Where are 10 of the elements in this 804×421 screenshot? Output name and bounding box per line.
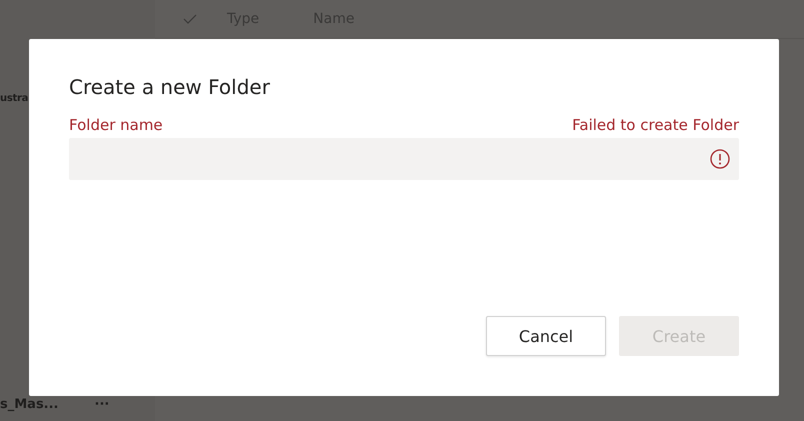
check-icon — [183, 14, 197, 24]
sidebar-item[interactable]: s_Mas... — [0, 397, 58, 412]
field-label: Folder name — [69, 116, 163, 134]
dialog-title: Create a new Folder — [69, 75, 271, 99]
error-message: Failed to create Folder — [572, 116, 739, 134]
folder-name-field[interactable] — [69, 138, 739, 180]
more-options[interactable]: ··· — [94, 397, 110, 412]
cancel-button[interactable]: Cancel — [486, 316, 606, 356]
warning-icon — [710, 149, 730, 169]
sidebar-item[interactable]: ustra — [0, 93, 28, 104]
